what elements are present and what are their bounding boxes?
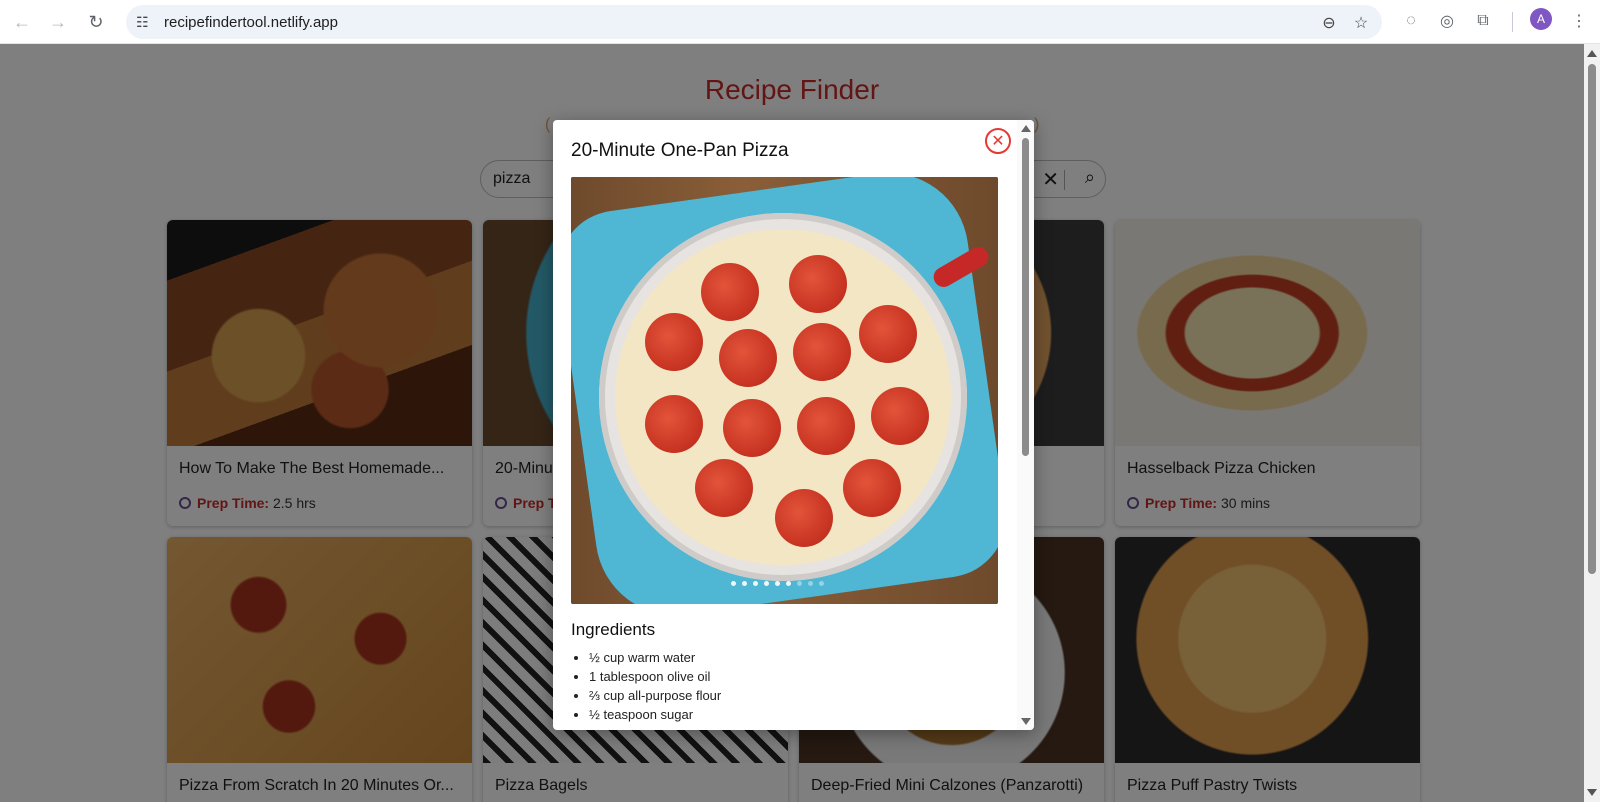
carousel-dot[interactable]	[819, 581, 824, 586]
modal-scrollbar[interactable]	[1017, 120, 1034, 730]
pepperoni	[719, 329, 777, 387]
pepperoni	[701, 263, 759, 321]
scroll-down-icon[interactable]	[1021, 718, 1031, 725]
close-icon[interactable]: ✕	[985, 128, 1011, 154]
pepperoni	[789, 255, 847, 313]
scroll-up-icon[interactable]	[1021, 125, 1031, 132]
ingredient-item: ½ cup warm water	[589, 648, 721, 667]
recipe-modal: 20-Minute One-Pan Pizza ✕ Ingredients • …	[553, 120, 1034, 730]
ingredient-item: 1 tablespoon olive oil	[589, 667, 721, 686]
modal-scrollbar-thumb[interactable]	[1022, 138, 1029, 456]
profile-avatar[interactable]: A	[1530, 8, 1552, 30]
recipe-hero-image	[571, 177, 998, 604]
carousel-dot[interactable]	[797, 581, 802, 586]
carousel-dot[interactable]	[764, 581, 769, 586]
ingredient-item: ½ teaspoon sugar	[589, 705, 721, 724]
ingredient-item: ⅔ cup all-purpose flour	[589, 686, 721, 705]
pepperoni	[695, 459, 753, 517]
page-scrollbar[interactable]	[1584, 44, 1600, 802]
toolbar-divider	[1512, 12, 1513, 32]
forward-icon[interactable]: →	[44, 8, 72, 36]
carousel-dot[interactable]	[786, 581, 791, 586]
pepperoni	[775, 489, 833, 547]
scroll-down-icon[interactable]	[1587, 789, 1597, 796]
pepperoni	[843, 459, 901, 517]
grammarly-icon[interactable]: ◎	[1434, 8, 1460, 34]
carousel-dot[interactable]	[753, 581, 758, 586]
pepperoni	[797, 397, 855, 455]
bookmark-star-icon[interactable]: ☆	[1350, 12, 1372, 34]
ingredients-heading: Ingredients	[571, 620, 656, 639]
pepperoni	[871, 387, 929, 445]
url-text[interactable]: recipefindertool.netlify.app	[164, 14, 338, 31]
carousel-dot[interactable]	[775, 581, 780, 586]
back-icon[interactable]: ←	[8, 8, 36, 36]
address-bar[interactable]: ☷ recipefindertool.netlify.app ⊖ ☆	[126, 5, 1382, 39]
carousel-dots[interactable]	[731, 581, 841, 591]
browser-menu-icon[interactable]: ⋮	[1566, 8, 1592, 34]
scrollbar-thumb[interactable]	[1588, 64, 1596, 574]
pepperoni	[645, 395, 703, 453]
extensions-puzzle-icon[interactable]: ⧉	[1470, 8, 1496, 34]
pepperoni	[793, 323, 851, 381]
pepperoni	[723, 399, 781, 457]
pepperoni	[645, 313, 703, 371]
browser-toolbar: ← → ↻ ☷ recipefindertool.netlify.app ⊖ ☆…	[0, 0, 1600, 44]
reload-icon[interactable]: ↻	[82, 8, 110, 36]
carousel-dot[interactable]	[808, 581, 813, 586]
pepperoni	[859, 305, 917, 363]
extension-icon[interactable]: ◌	[1398, 8, 1424, 34]
zoom-out-icon[interactable]: ⊖	[1318, 12, 1340, 34]
carousel-dot[interactable]	[731, 581, 736, 586]
scroll-up-icon[interactable]	[1587, 50, 1597, 57]
carousel-dot[interactable]	[742, 581, 747, 586]
modal-title: 20-Minute One-Pan Pizza	[571, 140, 789, 161]
ingredients-list: ½ cup warm water 1 tablespoon olive oil …	[589, 648, 721, 724]
site-settings-icon[interactable]: ☷	[136, 14, 152, 30]
